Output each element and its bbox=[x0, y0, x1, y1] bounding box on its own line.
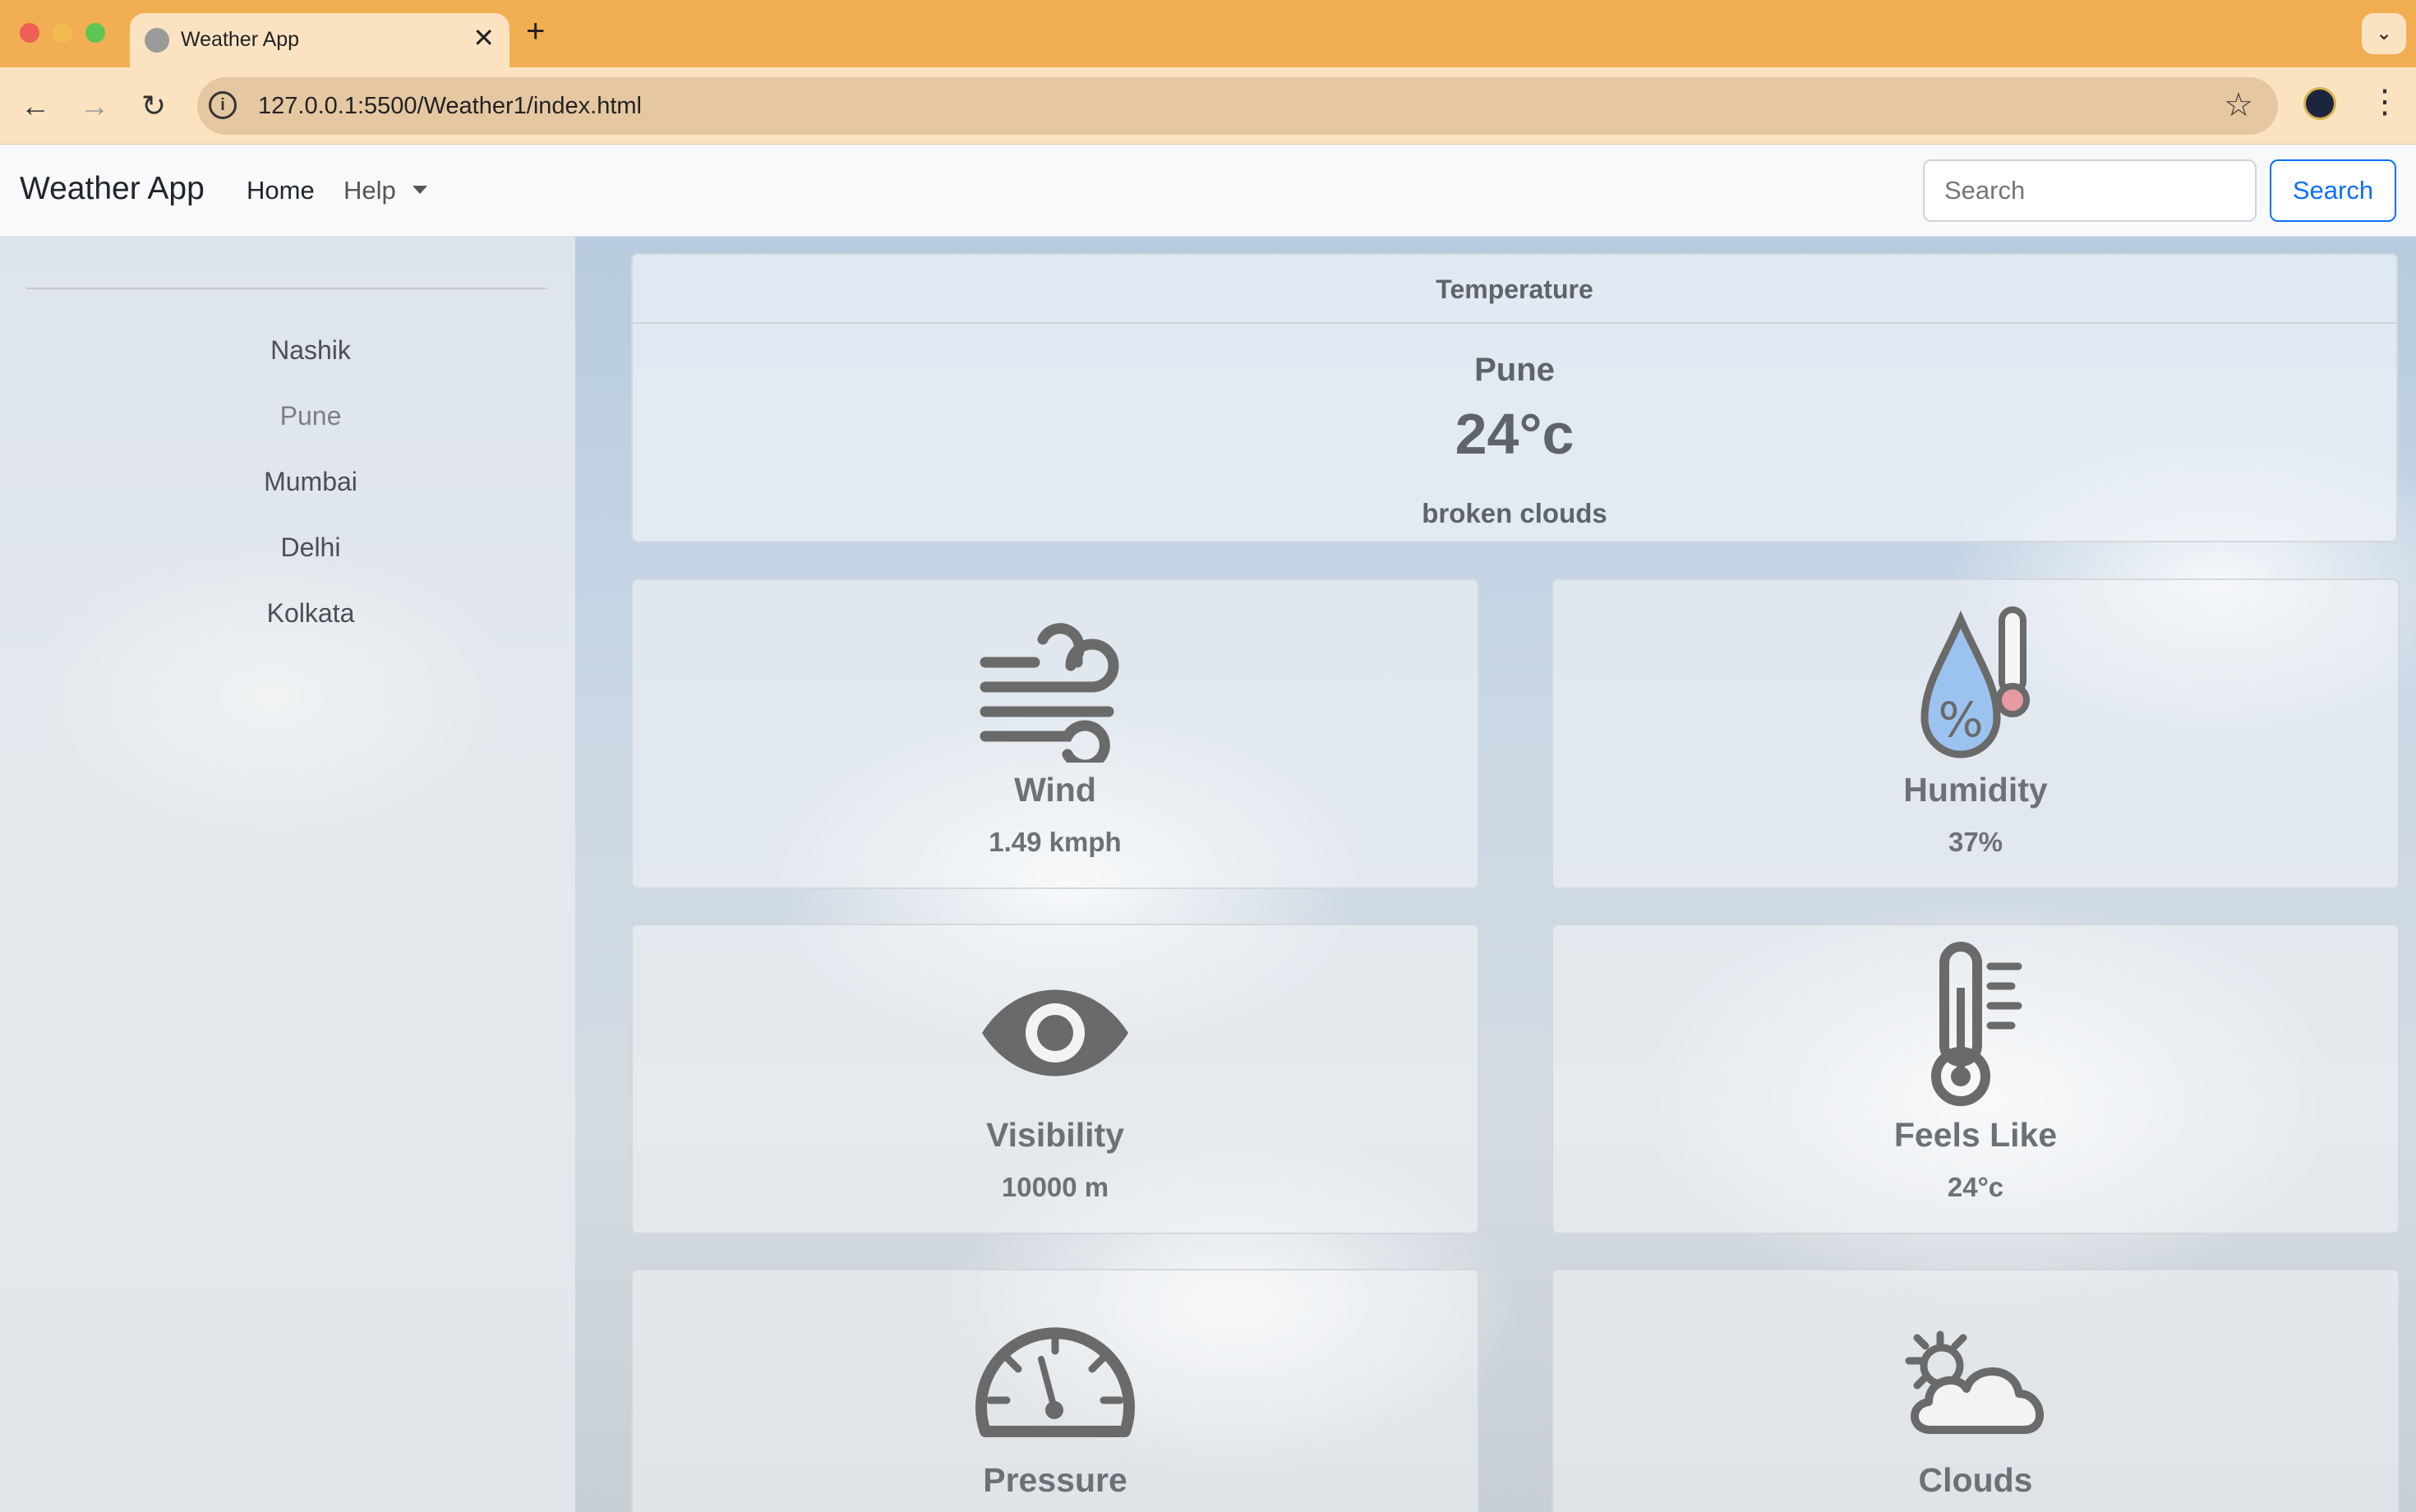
sidebar-item-kolkata[interactable]: Kolkata bbox=[0, 598, 621, 629]
city-sidebar: Nashik Pune Mumbai Delhi Kolkata bbox=[0, 237, 575, 1512]
sidebar-item-nashik[interactable]: Nashik bbox=[0, 335, 621, 366]
humidity-card: % Humidity 37% bbox=[1551, 579, 2400, 889]
wind-title: Wind bbox=[1014, 771, 1096, 809]
weather-description: broken clouds bbox=[1422, 498, 1607, 528]
nav-home-link[interactable]: Home bbox=[247, 176, 315, 205]
temperature-card: Temperature Pune 24°c broken clouds bbox=[631, 253, 2398, 542]
pressure-title: Pressure bbox=[983, 1461, 1127, 1499]
visibility-value: 10000 m bbox=[1001, 1172, 1109, 1202]
maximize-window-button[interactable] bbox=[85, 23, 105, 43]
humidity-value: 37% bbox=[1948, 827, 2003, 857]
cloud-sun-icon bbox=[1905, 1330, 2045, 1434]
temperature-city: Pune bbox=[1474, 352, 1555, 388]
nav-help-dropdown[interactable]: Help bbox=[343, 176, 396, 205]
sidebar-divider bbox=[26, 288, 547, 289]
pressure-card: Pressure bbox=[631, 1269, 1479, 1512]
wind-card: Wind 1.49 kmph bbox=[631, 579, 1479, 889]
bookmark-star-icon[interactable]: ☆ bbox=[2224, 87, 2253, 123]
wind-icon bbox=[980, 623, 1119, 763]
feels-like-value: 24°c bbox=[1947, 1172, 2004, 1202]
tab-title: Weather App bbox=[181, 28, 300, 51]
browser-tab-bar: Weather App ✕ + ⌄ bbox=[0, 0, 2416, 67]
feels-like-title: Feels Like bbox=[1893, 1116, 2058, 1154]
sidebar-item-pune[interactable]: Pune bbox=[0, 401, 621, 431]
browser-toolbar: ← → ↻ i 127.0.0.1:5500/Weather1/index.ht… bbox=[0, 67, 2416, 145]
main-content: Nashik Pune Mumbai Delhi Kolkata Tempera… bbox=[0, 237, 2416, 1512]
search-input[interactable] bbox=[1923, 159, 2257, 222]
browser-tab[interactable]: Weather App ✕ bbox=[130, 13, 509, 67]
temperature-card-header: Temperature bbox=[633, 255, 2396, 324]
temperature-value: 24°c bbox=[1455, 402, 1575, 466]
reload-icon[interactable]: ↻ bbox=[131, 84, 176, 128]
browser-menu-icon[interactable]: ⋮ bbox=[2368, 82, 2401, 122]
address-bar[interactable]: i 127.0.0.1:5500/Weather1/index.html ☆ bbox=[197, 77, 2278, 135]
feels-like-card: Feels Like 24°c bbox=[1551, 924, 2400, 1234]
humidity-title: Humidity bbox=[1903, 771, 2048, 809]
navbar-brand[interactable]: Weather App bbox=[20, 171, 205, 207]
wind-value: 1.49 kmph bbox=[989, 827, 1122, 857]
profile-avatar[interactable] bbox=[2303, 87, 2336, 120]
forward-arrow-icon[interactable]: → bbox=[72, 84, 117, 128]
thermometer-icon bbox=[1931, 942, 2022, 1106]
app-navbar: Weather App Home Help Search bbox=[0, 145, 2416, 237]
close-window-button[interactable] bbox=[20, 23, 39, 43]
visibility-title: Visibility bbox=[986, 1116, 1124, 1154]
globe-icon bbox=[145, 28, 169, 53]
dropdown-caret-icon[interactable] bbox=[413, 186, 427, 194]
back-arrow-icon[interactable]: ← bbox=[13, 84, 58, 128]
humidity-icon: % bbox=[1920, 606, 2030, 758]
sidebar-item-mumbai[interactable]: Mumbai bbox=[0, 467, 621, 497]
sidebar-item-delhi[interactable]: Delhi bbox=[0, 532, 621, 563]
visibility-card: Visibility 10000 m bbox=[631, 924, 1479, 1234]
gauge-icon bbox=[975, 1327, 1135, 1437]
clouds-title: Clouds bbox=[1918, 1461, 2033, 1499]
clouds-card: Clouds bbox=[1551, 1269, 2400, 1512]
close-tab-icon[interactable]: ✕ bbox=[473, 23, 495, 53]
site-info-icon[interactable]: i bbox=[209, 91, 237, 119]
minimize-window-button[interactable] bbox=[53, 23, 72, 43]
new-tab-icon[interactable]: + bbox=[526, 13, 545, 49]
address-url[interactable]: 127.0.0.1:5500/Weather1/index.html bbox=[258, 93, 642, 120]
tab-search-chevron-icon[interactable]: ⌄ bbox=[2362, 13, 2406, 54]
svg-text:%: % bbox=[1938, 692, 1983, 748]
eye-icon bbox=[982, 989, 1128, 1076]
search-button[interactable]: Search bbox=[2270, 159, 2396, 222]
